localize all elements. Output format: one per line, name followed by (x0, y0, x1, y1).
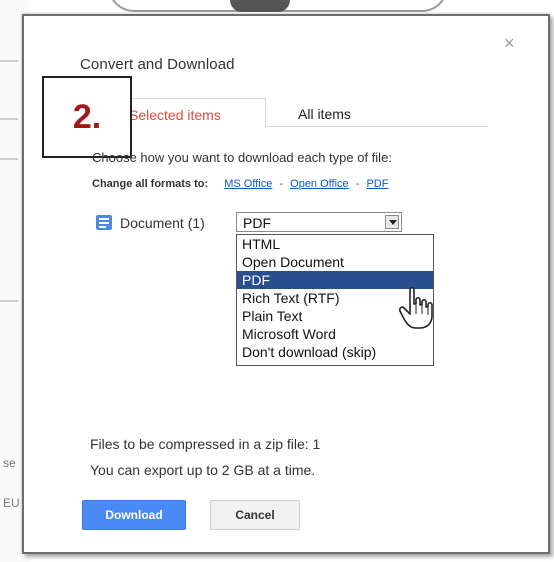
format-link-pdf[interactable]: PDF (366, 178, 388, 190)
cancel-button[interactable]: Cancel (210, 500, 300, 530)
chevron-down-icon[interactable] (385, 215, 399, 229)
format-link-open-office[interactable]: Open Office (290, 178, 349, 190)
tab-all-items[interactable]: All items (266, 98, 392, 128)
close-icon[interactable]: × (504, 34, 515, 52)
background-text: se (3, 456, 16, 470)
document-type-label: Document (1) (120, 215, 205, 231)
document-icon (96, 215, 112, 230)
export-limit-text: You can export up to 2 GB at a time. (90, 462, 316, 478)
link-separator: - (355, 178, 360, 190)
change-formats-row: Change all formats to: MS Office - Open … (92, 178, 388, 190)
download-button[interactable]: Download (82, 500, 186, 530)
instruction-text: Choose how you want to download each typ… (92, 150, 392, 165)
dropdown-option-open-document[interactable]: Open Document (237, 253, 433, 271)
background-divider (0, 300, 18, 302)
tab-label: All items (298, 106, 351, 122)
convert-download-dialog: × Convert and Download Selected items Al… (22, 14, 550, 554)
step-number: 2. (72, 98, 102, 136)
dropdown-option-skip[interactable]: Don't download (skip) (237, 343, 433, 361)
hand-cursor-icon (399, 286, 433, 329)
link-separator: - (279, 178, 284, 190)
dropdown-option-html[interactable]: HTML (237, 235, 433, 253)
change-formats-label: Change all formats to: (92, 178, 209, 190)
background-divider (0, 118, 18, 120)
format-link-ms-office[interactable]: MS Office (224, 178, 272, 190)
format-select-value: PDF (243, 215, 271, 231)
dialog-title: Convert and Download (80, 56, 235, 73)
background-text: EU (3, 496, 20, 510)
tab-label: Selected items (129, 107, 221, 123)
step-annotation-box: 2. (42, 76, 132, 158)
background-element (230, 0, 290, 12)
background-divider (0, 158, 18, 160)
format-select[interactable]: PDF (236, 212, 402, 232)
files-compressed-text: Files to be compressed in a zip file: 1 (90, 436, 321, 452)
background-divider (0, 60, 18, 62)
tab-selected-items[interactable]: Selected items (118, 98, 266, 128)
